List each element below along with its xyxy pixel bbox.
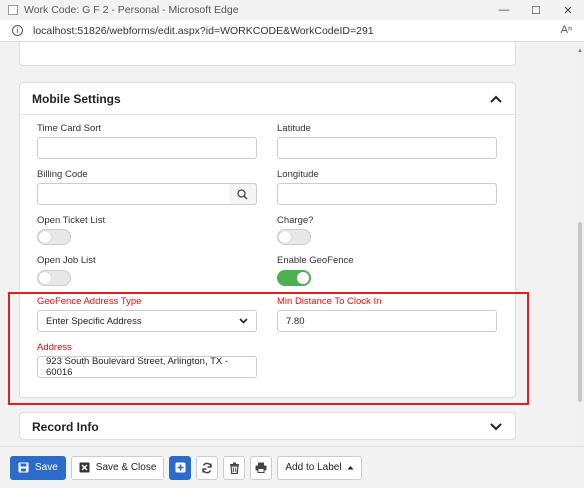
section-title: Record Info: [32, 420, 99, 434]
print-button[interactable]: [250, 455, 273, 480]
open-ticket-list-toggle[interactable]: [37, 229, 71, 245]
vertical-scrollbar[interactable]: ▲: [576, 42, 584, 446]
billing-code-label: Billing Code: [37, 169, 88, 180]
billing-code-search-button[interactable]: [229, 183, 257, 205]
open-job-list-toggle[interactable]: [37, 270, 71, 286]
caret-up-icon: [347, 466, 354, 470]
charge-toggle[interactable]: [277, 229, 311, 245]
latitude-input[interactable]: [277, 137, 497, 159]
add-new-button[interactable]: [169, 455, 192, 480]
chevron-down-icon[interactable]: [490, 423, 502, 431]
window-controls: — ☐ ✕: [488, 0, 584, 20]
save-close-button[interactable]: Save & Close: [70, 455, 165, 480]
page-icon: [8, 5, 18, 15]
toggle-knob: [39, 272, 51, 284]
time-card-sort-input[interactable]: [37, 137, 257, 159]
printer-icon: [255, 462, 267, 473]
record-info-header[interactable]: Record Info: [20, 413, 515, 441]
charge-label: Charge?: [277, 215, 314, 226]
trash-icon: [229, 462, 239, 474]
scrollbar-thumb[interactable]: [578, 222, 582, 402]
read-aloud-icon[interactable]: Aⁿ: [561, 24, 572, 36]
refresh-icon: [202, 462, 213, 473]
enable-geofence-label: Enable GeoFence: [277, 255, 354, 266]
previous-section-card: [19, 42, 516, 66]
maximize-button[interactable]: ☐: [520, 0, 552, 20]
enable-geofence-toggle[interactable]: [277, 270, 311, 286]
delete-button[interactable]: [223, 455, 246, 480]
billing-code-input[interactable]: [37, 183, 230, 205]
mobile-settings-header[interactable]: Mobile Settings: [20, 83, 515, 115]
section-title: Mobile Settings: [32, 91, 121, 106]
chevron-up-icon[interactable]: [490, 95, 502, 103]
latitude-label: Latitude: [277, 123, 311, 134]
url-text[interactable]: localhost:51826/webforms/edit.aspx?id=WO…: [33, 25, 374, 37]
refresh-button[interactable]: [196, 455, 219, 480]
toggle-knob: [297, 272, 309, 284]
bottom-toolbar: Save Save & Close Add to Label: [0, 446, 584, 488]
minimize-button[interactable]: —: [488, 0, 520, 20]
scroll-up-arrow[interactable]: ▲: [577, 48, 583, 54]
address-bar[interactable]: i localhost:51826/webforms/edit.aspx?id=…: [0, 20, 584, 42]
save-icon: [18, 462, 29, 473]
window-titlebar: Work Code: G F 2 - Personal - Microsoft …: [0, 0, 584, 20]
close-window-button[interactable]: ✕: [552, 0, 584, 20]
open-ticket-list-label: Open Ticket List: [37, 215, 106, 226]
time-card-sort-label: Time Card Sort: [37, 123, 102, 134]
record-info-card[interactable]: Record Info: [19, 412, 516, 440]
plus-icon: [175, 462, 186, 473]
longitude-label: Longitude: [277, 169, 319, 180]
add-to-label-button[interactable]: Add to Label: [277, 455, 362, 480]
save-close-icon: [79, 462, 90, 473]
save-close-label: Save & Close: [95, 462, 157, 473]
save-button[interactable]: Save: [10, 455, 66, 480]
add-to-label-label: Add to Label: [285, 462, 342, 473]
longitude-input[interactable]: [277, 183, 497, 205]
toggle-knob: [39, 231, 51, 243]
page-content: Mobile Settings Time Card Sort Latitude …: [0, 42, 576, 446]
search-icon: [237, 188, 248, 200]
window-title: Work Code: G F 2 - Personal - Microsoft …: [24, 4, 239, 16]
open-job-list-label: Open Job List: [37, 255, 96, 266]
highlight-box: [8, 292, 529, 405]
save-label: Save: [35, 462, 58, 473]
toggle-knob: [279, 231, 291, 243]
info-icon[interactable]: i: [12, 25, 23, 36]
